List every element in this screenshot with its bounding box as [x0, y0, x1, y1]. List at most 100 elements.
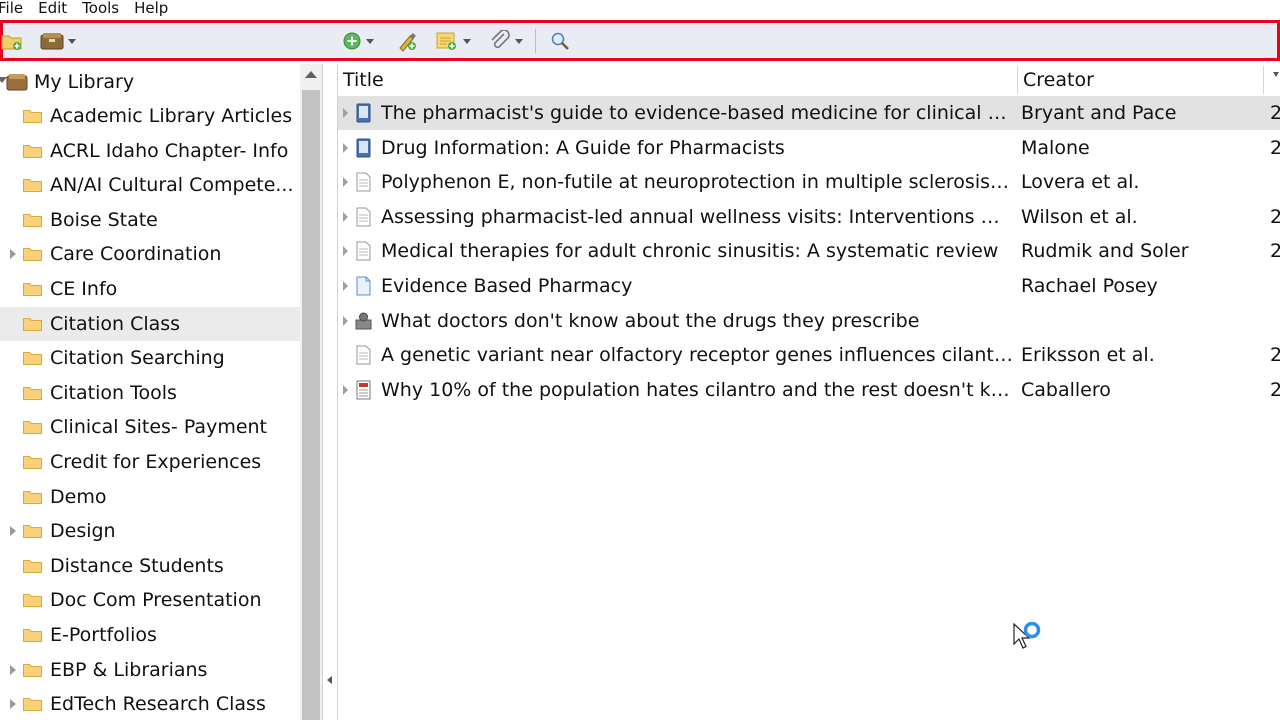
item-creator: Wilson et al. [1021, 205, 1138, 228]
book-icon [356, 103, 371, 123]
item-row[interactable]: Drug Information: A Guide for Pharmacist… [338, 131, 1280, 165]
item-row[interactable]: Assessing pharmacist-led annual wellness… [338, 200, 1280, 234]
folder-icon [23, 663, 42, 677]
collection-label: Clinical Sites- Payment [50, 416, 268, 439]
collection-item[interactable]: Design [0, 514, 300, 548]
attachment-icon [491, 30, 510, 49]
new-item-icon [343, 32, 361, 50]
chevron-right-icon[interactable] [10, 526, 16, 537]
item-date-fragment: 2 [1270, 378, 1280, 401]
collection-item[interactable]: Citation Searching [0, 341, 300, 375]
chevron-right-icon[interactable] [343, 315, 348, 326]
folder-icon [23, 594, 42, 608]
add-by-identifier-button[interactable] [396, 29, 420, 53]
item-title: Medical therapies for adult chronic sinu… [381, 240, 999, 263]
item-row[interactable]: Polyphenon E, non-futile at neuroprotect… [338, 165, 1280, 199]
collection-item[interactable]: Distance Students [0, 549, 300, 583]
column-picker-icon[interactable] [1273, 72, 1279, 77]
new-library-icon [40, 33, 64, 50]
attachment-button[interactable] [489, 29, 523, 53]
column-divider[interactable] [1017, 66, 1018, 94]
collection-label: Citation Tools [50, 381, 177, 404]
collection-item[interactable]: Care Coordination [0, 237, 300, 271]
new-note-button[interactable] [435, 29, 471, 53]
collection-item[interactable]: Credit for Experiences [0, 445, 300, 479]
book-icon [356, 138, 371, 158]
cursor-busy-icon [1013, 622, 1041, 649]
article-icon [356, 172, 371, 192]
item-row[interactable]: Evidence Based Pharmacy Rachael Posey [338, 269, 1280, 303]
my-library-label: My Library [34, 71, 135, 93]
items-pane: Title Creator The pharmacist's guide to … [338, 64, 1280, 720]
collection-label: Design [50, 520, 116, 543]
scrollbar-thumb[interactable] [302, 90, 320, 720]
item-row[interactable]: Medical therapies for adult chronic sinu… [338, 234, 1280, 268]
folder-icon [23, 110, 42, 123]
menu-bar: File Edit Tools Help [0, 0, 1280, 20]
menu-file[interactable]: File [0, 0, 23, 16]
article-icon [356, 241, 371, 261]
item-date-fragment: 2 [1270, 102, 1280, 124]
folder-icon [23, 386, 42, 400]
menu-tools[interactable]: Tools [82, 0, 119, 16]
chevron-right-icon[interactable] [10, 699, 16, 710]
collapse-left-icon[interactable] [327, 676, 332, 684]
pane-splitter[interactable] [322, 64, 338, 720]
new-library-button[interactable] [40, 29, 76, 53]
folder-icon [23, 559, 42, 573]
collection-item[interactable]: EdTech Research Class [0, 687, 300, 720]
collection-item[interactable]: Boise State [0, 203, 300, 237]
menu-edit[interactable]: Edit [38, 0, 67, 16]
item-row[interactable]: What doctors don't know about the drugs … [338, 304, 1280, 338]
chevron-right-icon[interactable] [343, 108, 348, 118]
chevron-right-icon[interactable] [10, 664, 16, 675]
chevron-right-icon[interactable] [343, 142, 348, 153]
folder-icon [23, 456, 42, 469]
collection-item[interactable]: E-Portfolios [0, 618, 300, 652]
toolbar-separator [535, 29, 536, 53]
collection-item[interactable]: EBP & Librarians [0, 653, 300, 687]
item-row[interactable]: A genetic variant near olfactory recepto… [338, 338, 1280, 372]
collection-label: Demo [50, 485, 107, 508]
collection-label: EBP & Librarians [50, 658, 208, 681]
folder-icon [23, 179, 42, 193]
item-title: Evidence Based Pharmacy [381, 275, 633, 297]
item-creator: Lovera et al. [1021, 171, 1140, 194]
collection-item[interactable]: CE Info [0, 272, 300, 306]
collections-scrollbar[interactable] [300, 64, 322, 720]
collection-item[interactable]: ACRL Idaho Chapter- Info [0, 134, 300, 168]
collection-item[interactable]: AN/AI Cultural Compete... [0, 168, 300, 202]
item-creator: Rudmik and Soler [1021, 240, 1189, 263]
chevron-right-icon[interactable] [343, 211, 348, 222]
collection-label: EdTech Research Class [50, 693, 266, 716]
chevron-right-icon[interactable] [343, 281, 348, 291]
column-header-title[interactable]: Title [343, 64, 384, 96]
chevron-right-icon[interactable] [10, 249, 16, 260]
item-row[interactable]: The pharmacist's guide to evidence-based… [338, 96, 1280, 130]
column-divider[interactable] [1263, 66, 1264, 94]
folder-icon [23, 490, 42, 504]
collection-item[interactable]: Academic Library Articles [0, 99, 300, 133]
item-row[interactable]: Why 10% of the population hates cilantro… [338, 373, 1280, 407]
new-collection-button[interactable] [1, 29, 23, 53]
collections-pane: My Library Academic Library Articles ACRL… [0, 64, 300, 720]
collection-label: Citation Searching [50, 347, 225, 370]
advanced-search-button[interactable] [549, 29, 571, 53]
library-icon [6, 74, 28, 91]
new-item-button[interactable] [342, 29, 374, 53]
chevron-right-icon[interactable] [343, 246, 348, 257]
collection-item[interactable]: Clinical Sites- Payment [0, 410, 300, 444]
collection-item[interactable]: Demo [0, 480, 300, 514]
folder-icon [23, 698, 42, 712]
scroll-up-icon[interactable] [305, 71, 317, 78]
menu-help[interactable]: Help [134, 0, 168, 16]
my-library-row[interactable]: My Library [0, 64, 300, 100]
collection-item[interactable]: Doc Com Presentation [0, 583, 300, 617]
column-header-creator[interactable]: Creator [1023, 64, 1094, 96]
chevron-right-icon[interactable] [343, 177, 348, 188]
chevron-right-icon[interactable] [343, 384, 348, 395]
document-icon [356, 276, 371, 296]
collection-item[interactable]: Citation Class [0, 306, 300, 341]
add-by-identifier-icon [399, 33, 416, 52]
collection-item[interactable]: Citation Tools [0, 376, 300, 410]
